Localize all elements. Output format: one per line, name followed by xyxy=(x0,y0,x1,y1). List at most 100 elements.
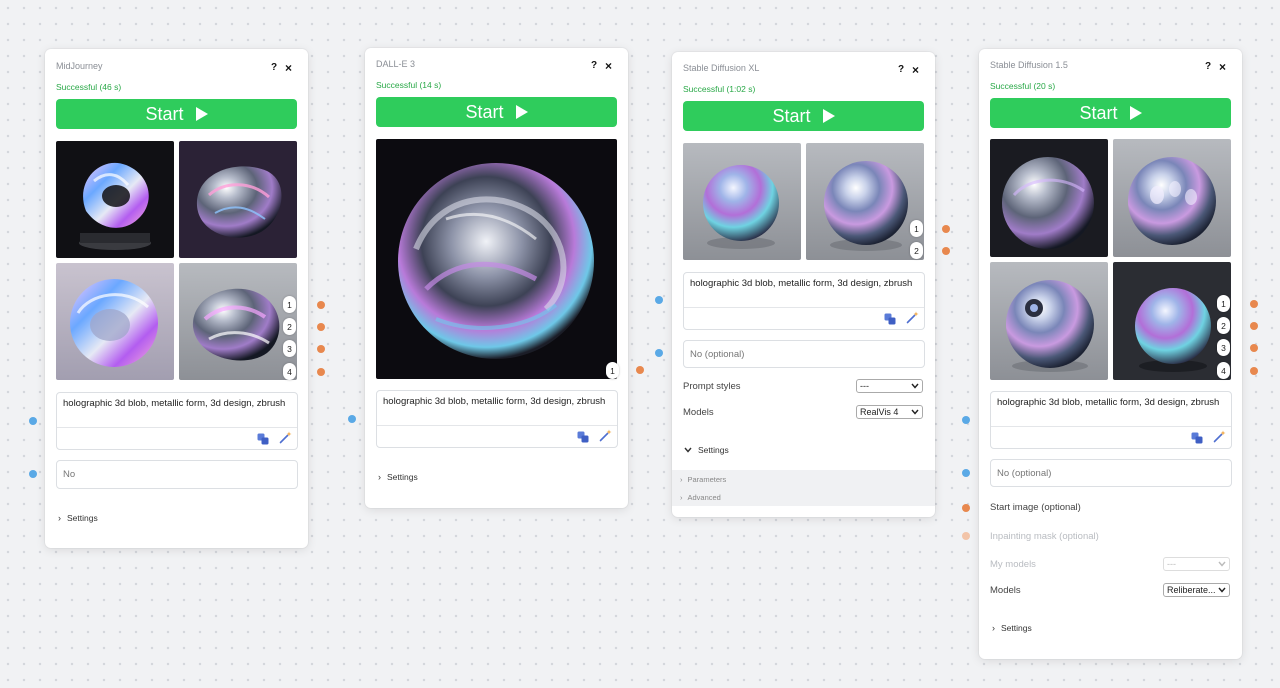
settings-toggle[interactable]: › Settings xyxy=(992,623,1032,633)
parameters-label: Parameters xyxy=(687,474,727,484)
prompt-divider xyxy=(57,427,297,428)
output-badge-3: 3 xyxy=(1217,339,1230,356)
result-image-3[interactable] xyxy=(990,262,1108,380)
magic-wand-icon[interactable] xyxy=(599,429,612,447)
negative-prompt-placeholder: No (optional) xyxy=(690,348,745,360)
connector-output-dot[interactable] xyxy=(942,225,950,233)
magic-wand-icon[interactable] xyxy=(906,311,919,329)
magic-wand-icon[interactable] xyxy=(279,431,292,449)
connector-input-dot[interactable] xyxy=(962,504,970,512)
start-button[interactable]: Start xyxy=(56,99,297,129)
close-button[interactable]: × xyxy=(285,61,292,75)
result-image-1[interactable] xyxy=(990,139,1108,257)
prompt-input[interactable]: holographic 3d blob, metallic form, 3d d… xyxy=(376,390,618,448)
result-image-3[interactable] xyxy=(56,263,174,380)
settings-toggle[interactable]: › Settings xyxy=(378,472,418,482)
start-label: Start xyxy=(465,101,504,122)
connector-input-dot[interactable] xyxy=(29,417,37,425)
settings-label: Settings xyxy=(67,513,98,523)
my-models-select[interactable]: --- xyxy=(1163,557,1230,571)
status-text: Successful (20 s) xyxy=(990,81,1056,91)
my-models-value: --- xyxy=(1167,559,1176,569)
start-button[interactable]: Start xyxy=(376,97,617,127)
chevron-down-icon xyxy=(911,407,919,417)
prompt-divider xyxy=(684,307,924,308)
models-label: Models xyxy=(683,407,714,418)
status-text: Successful (46 s) xyxy=(56,82,122,92)
connector-output-dot[interactable] xyxy=(1250,344,1258,352)
output-badge-1: 1 xyxy=(1217,295,1230,312)
models-select[interactable]: Reliberate... xyxy=(1163,583,1230,597)
translate-icon[interactable] xyxy=(884,312,896,330)
prompt-text: holographic 3d blob, metallic form, 3d d… xyxy=(383,396,606,407)
parameters-section[interactable]: › Parameters xyxy=(672,470,935,488)
connector-output-dot[interactable] xyxy=(317,345,325,353)
close-button[interactable]: × xyxy=(605,59,612,73)
translate-icon[interactable] xyxy=(257,432,269,450)
settings-label: Settings xyxy=(387,472,418,482)
prompt-input[interactable]: holographic 3d blob, metallic form, 3d d… xyxy=(990,391,1232,449)
connector-input-dot[interactable] xyxy=(962,469,970,477)
connector-output-dot[interactable] xyxy=(317,301,325,309)
start-button[interactable]: Start xyxy=(990,98,1231,128)
result-image-1[interactable] xyxy=(683,143,801,260)
magic-wand-icon[interactable] xyxy=(1213,430,1226,448)
prompt-input[interactable]: holographic 3d blob, metallic form, 3d d… xyxy=(56,392,298,450)
connector-input-dot[interactable] xyxy=(655,349,663,357)
start-button[interactable]: Start xyxy=(683,101,924,131)
prompt-text: holographic 3d blob, metallic form, 3d d… xyxy=(690,278,913,289)
connector-output-dot[interactable] xyxy=(1250,322,1258,330)
connector-input-dot[interactable] xyxy=(348,415,356,423)
output-badge-4: 4 xyxy=(1217,362,1230,379)
connector-input-dot[interactable] xyxy=(29,470,37,478)
connector-output-dot[interactable] xyxy=(636,366,644,374)
help-button[interactable]: ? xyxy=(1205,61,1211,72)
result-image-4[interactable] xyxy=(1113,262,1231,380)
result-image-1[interactable] xyxy=(376,139,617,379)
connector-output-dot[interactable] xyxy=(317,368,325,376)
close-button[interactable]: × xyxy=(1219,60,1226,74)
play-icon xyxy=(822,109,835,123)
output-badge-1: 1 xyxy=(283,296,296,313)
negative-prompt-input[interactable]: No xyxy=(56,460,298,489)
output-badge-1: 1 xyxy=(910,220,923,237)
output-badge-3: 3 xyxy=(283,340,296,357)
connector-input-dot[interactable] xyxy=(655,296,663,304)
negative-prompt-input[interactable]: No (optional) xyxy=(990,459,1232,487)
play-icon xyxy=(195,107,208,121)
connector-input-dot[interactable] xyxy=(962,532,970,540)
status-text: Successful (14 s) xyxy=(376,80,442,90)
prompt-input[interactable]: holographic 3d blob, metallic form, 3d d… xyxy=(683,272,925,330)
prompt-styles-select[interactable]: --- xyxy=(856,379,923,393)
translate-icon[interactable] xyxy=(577,430,589,448)
settings-toggle[interactable]: › Settings xyxy=(58,513,98,523)
translate-icon[interactable] xyxy=(1191,431,1203,449)
negative-prompt-input[interactable]: No (optional) xyxy=(683,340,925,368)
help-button[interactable]: ? xyxy=(591,60,597,71)
help-button[interactable]: ? xyxy=(271,62,277,73)
help-button[interactable]: ? xyxy=(898,64,904,75)
result-image-1[interactable] xyxy=(56,141,174,258)
result-image-2[interactable] xyxy=(179,141,297,258)
my-models-label: My models xyxy=(990,559,1036,570)
advanced-section[interactable]: › Advanced xyxy=(672,488,935,506)
models-value: Reliberate... xyxy=(1167,585,1216,595)
settings-toggle[interactable]: Settings xyxy=(684,445,729,455)
result-image-2[interactable] xyxy=(1113,139,1231,257)
connector-input-dot[interactable] xyxy=(962,416,970,424)
result-image-4[interactable] xyxy=(179,263,297,380)
settings-label: Settings xyxy=(1001,623,1032,633)
models-label: Models xyxy=(990,585,1021,596)
connector-output-dot[interactable] xyxy=(942,247,950,255)
start-label: Start xyxy=(772,105,811,126)
result-image-2[interactable] xyxy=(806,143,924,260)
connector-output-dot[interactable] xyxy=(1250,300,1258,308)
start-label: Start xyxy=(1079,102,1118,123)
connector-output-dot[interactable] xyxy=(1250,367,1258,375)
close-button[interactable]: × xyxy=(912,63,919,77)
connector-output-dot[interactable] xyxy=(317,323,325,331)
settings-label: Settings xyxy=(698,445,729,455)
prompt-styles-value: --- xyxy=(860,381,869,391)
panel-title: Stable Diffusion 1.5 xyxy=(990,60,1068,70)
models-select[interactable]: RealVis 4 xyxy=(856,405,923,419)
